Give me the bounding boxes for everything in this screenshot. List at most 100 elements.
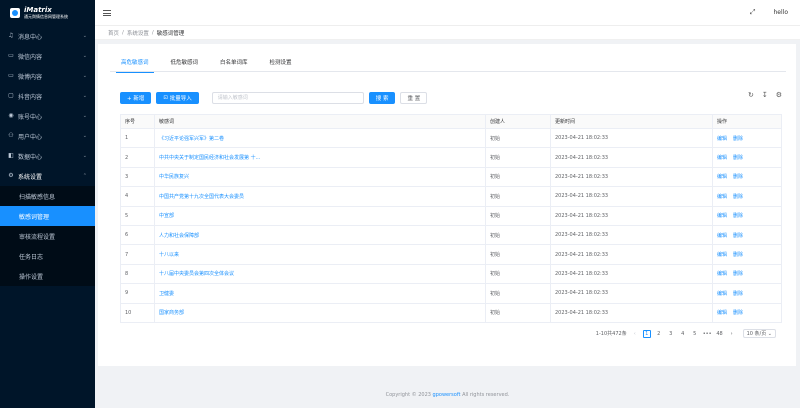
edit-link[interactable]: 编辑	[717, 291, 727, 297]
column-height-icon[interactable]: ↧	[762, 91, 768, 99]
row-actions: 编辑 删除	[712, 147, 782, 168]
edit-link[interactable]: 编辑	[717, 194, 727, 200]
add-button[interactable]: + 新增	[120, 91, 152, 104]
sensitive-word: 卫健委	[154, 283, 486, 304]
edit-link[interactable]: 编辑	[717, 136, 727, 142]
update-time: 2023-04-21 18:02:33	[550, 283, 713, 304]
chevron-up-icon: ⌃	[82, 173, 87, 179]
row-number: 4	[120, 186, 155, 207]
top-bar: ⤢ hello	[95, 0, 800, 26]
creator: 初始	[485, 127, 551, 149]
delete-link[interactable]: 删除	[733, 155, 743, 161]
edit-link[interactable]: 编辑	[717, 213, 727, 219]
search-input[interactable]: 请输入敏感词	[211, 91, 364, 104]
user-icon: ⚇	[8, 132, 14, 139]
chevron-down-icon: ⌄	[82, 93, 87, 99]
sensitive-word: 《习近平论强军兴军》第二卷	[154, 127, 486, 149]
page-2[interactable]: 2	[655, 330, 663, 338]
table-row: 8 十八届中央委员会第四次全体会议 初始 2023-04-21 18:02:33 编辑删…	[120, 263, 782, 285]
sidebar-subitem-task-log[interactable]: 任务日志	[0, 246, 95, 266]
row-number: 2	[120, 147, 155, 168]
column-header: 操作	[712, 114, 782, 129]
prev-page-icon[interactable]: ‹	[631, 330, 639, 338]
chevron-down-icon: ⌄	[82, 113, 87, 119]
sidebar-subitem-operation[interactable]: 操作设置	[0, 266, 95, 286]
user-name[interactable]: hello	[774, 9, 789, 16]
delete-link[interactable]: 删除	[733, 213, 743, 219]
app-title: iMatrix	[24, 6, 52, 14]
table-row: 7 十八以来 初始 2023-04-21 18:02:33 编辑 删除	[120, 244, 782, 265]
sensitive-word: 中宣部	[154, 205, 486, 226]
edit-link[interactable]: 编辑	[717, 310, 727, 316]
page-48[interactable]: 48	[716, 330, 724, 338]
toolbar: + 新增 ⊡ 批量导入 请输入敏感词 搜 索 重 置 ↻ ↧ ⚙	[120, 91, 782, 104]
tab-high-risk[interactable]: 高危敏感词	[110, 58, 160, 73]
delete-link[interactable]: 删除	[733, 194, 743, 200]
edit-link[interactable]: 编辑	[717, 155, 727, 161]
sidebar-subitem-sensitive-words[interactable]: 敏感词管理	[0, 206, 95, 226]
page-ellipsis[interactable]: •••	[703, 330, 712, 338]
refresh-icon[interactable]: ↻	[748, 91, 754, 99]
sidebar-item-messages[interactable]: ♫ 消息中心 ⌄	[0, 26, 95, 46]
row-number: 9	[120, 283, 155, 304]
chevron-down-icon: ⌄	[82, 133, 87, 139]
edit-link[interactable]: 编辑	[717, 233, 727, 239]
next-page-icon[interactable]: ›	[728, 330, 736, 338]
sidebar-item-users[interactable]: ⚇ 用户中心 ⌄	[0, 126, 95, 146]
tab-low-risk[interactable]: 低危敏感词	[160, 58, 210, 72]
sidebar-subitem-scan[interactable]: 扫描敏感信息	[0, 186, 95, 206]
gear-icon[interactable]: ⚙	[776, 91, 782, 99]
chevron-down-icon: ⌄	[82, 53, 87, 59]
edit-link[interactable]: 编辑	[717, 252, 727, 258]
edit-link[interactable]: 编辑	[717, 271, 727, 277]
page-5[interactable]: 5	[691, 330, 699, 338]
chevron-down-icon: ⌄	[82, 153, 87, 159]
sidebar-item-data[interactable]: ◧ 数据中心 ⌄	[0, 146, 95, 166]
delete-link[interactable]: 删除	[733, 271, 743, 277]
footer: Copyright © 2023 gpowersoft All rights r…	[385, 392, 510, 398]
batch-import-button[interactable]: ⊡ 批量导入	[156, 91, 199, 104]
delete-link[interactable]: 删除	[733, 233, 743, 239]
row-number: 3	[120, 166, 155, 188]
menu-toggle-icon[interactable]	[103, 9, 111, 16]
settings-submenu: 扫描敏感信息 敏感词管理 审核流程设置 任务日志 操作设置	[0, 186, 95, 286]
table-header-row: 序号 敏感词 创建人 更新时间 操作	[120, 114, 782, 129]
sidebar-subitem-review-flow[interactable]: 审核流程设置	[0, 226, 95, 246]
fullscreen-icon[interactable]: ⤢	[750, 8, 756, 17]
row-number: 10	[120, 302, 155, 323]
delete-link[interactable]: 删除	[733, 310, 743, 316]
breadcrumb: 首页 / 系统设置 / 敏感词管理	[95, 26, 800, 40]
sidebar-item-settings[interactable]: ⚙ 系统设置 ⌃	[0, 166, 95, 186]
update-time: 2023-04-21 18:02:33	[550, 224, 713, 246]
table-row: 3 中华民族复兴 初始 2023-04-21 18:02:33 编辑 删除	[120, 166, 782, 188]
breadcrumb-current: 敏感词管理	[156, 30, 185, 37]
sidebar-item-weibo[interactable]: ▭ 微博内容 ⌄	[0, 66, 95, 86]
row-number: 1	[120, 127, 155, 149]
row-actions: 编辑 删除	[712, 224, 782, 246]
sensitive-word: 十八届中央委员会第四次全体会议	[154, 263, 486, 285]
search-button[interactable]: 搜 索	[368, 91, 396, 104]
sensitive-word: 中国共产党第十九次全国代表大会委员	[154, 186, 486, 207]
row-actions: 编辑 删除	[712, 166, 782, 188]
page-4[interactable]: 4	[679, 330, 687, 338]
sidebar-item-wechat[interactable]: ▭ 微信内容 ⌄	[0, 46, 95, 66]
breadcrumb-settings[interactable]: 系统设置	[127, 29, 149, 37]
delete-link[interactable]: 删除	[733, 136, 743, 142]
edit-link[interactable]: 编辑	[717, 174, 727, 180]
table-row: 9 卫健委 初始 2023-04-21 18:02:33 编辑 删除	[120, 283, 782, 304]
row-actions: 编辑 删除	[712, 127, 782, 149]
page-3[interactable]: 3	[667, 330, 675, 338]
footer-link[interactable]: gpowersoft	[433, 392, 461, 398]
creator: 初始	[485, 186, 551, 207]
page-1[interactable]: 1	[642, 329, 651, 338]
page-size-select[interactable]: 10 条/页 ⌄	[742, 329, 776, 338]
delete-link[interactable]: 删除	[733, 291, 743, 297]
breadcrumb-home[interactable]: 首页	[108, 29, 119, 37]
sidebar-item-douyin[interactable]: ▢ 抖音内容 ⌄	[0, 86, 95, 106]
tab-whitelist[interactable]: 白名单词库	[209, 58, 259, 72]
delete-link[interactable]: 删除	[733, 174, 743, 180]
reset-button[interactable]: 重 置	[400, 91, 428, 104]
delete-link[interactable]: 删除	[733, 252, 743, 258]
tab-detection-settings[interactable]: 检测设置	[259, 58, 303, 72]
sidebar-item-accounts[interactable]: ◉ 账号中心 ⌄	[0, 106, 95, 126]
